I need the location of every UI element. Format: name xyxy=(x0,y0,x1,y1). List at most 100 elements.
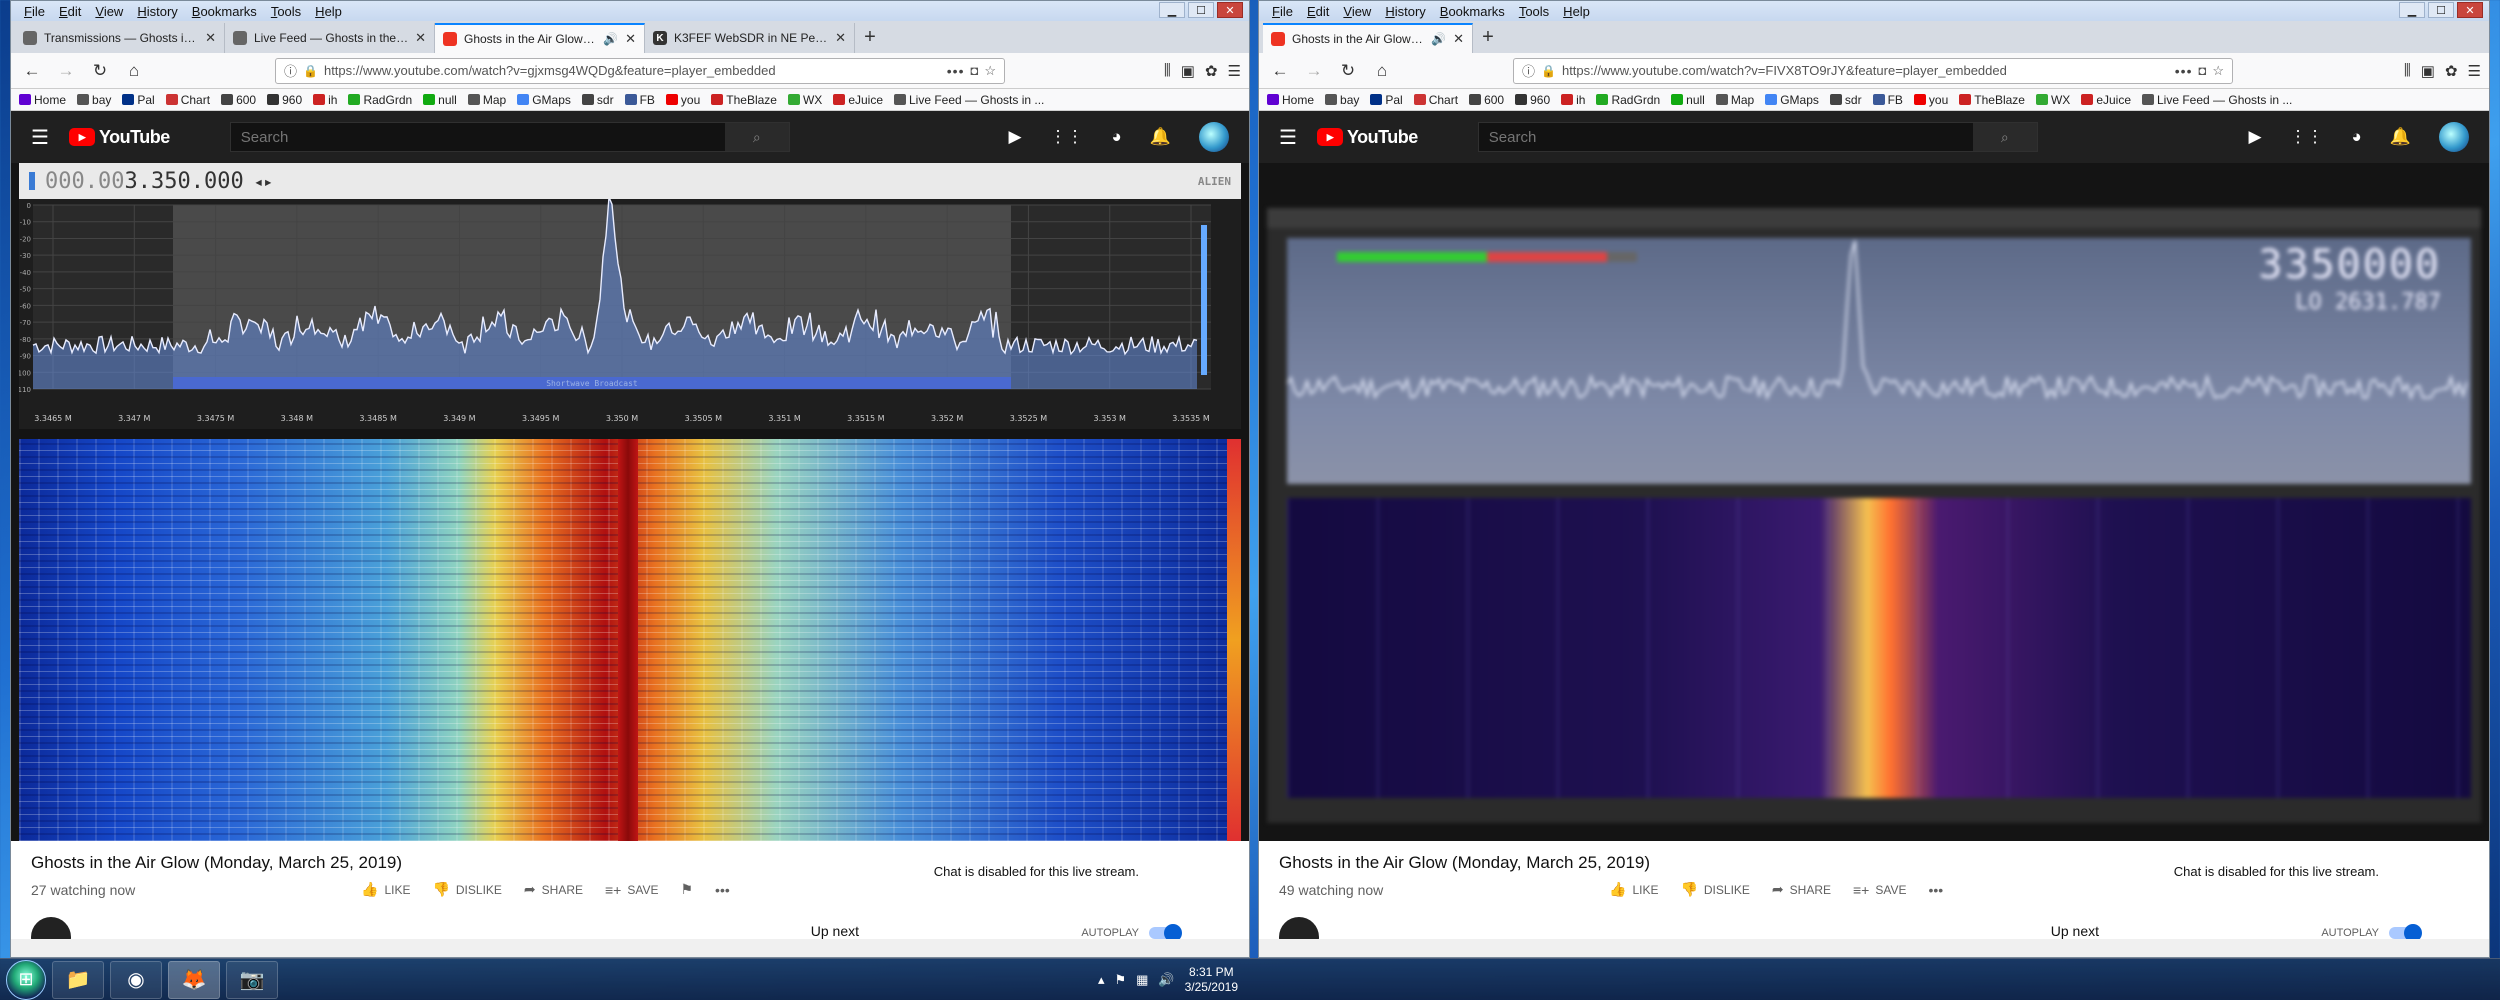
messages-icon[interactable]: ◕ xyxy=(2352,127,2362,147)
create-video-icon[interactable]: ▶︎ xyxy=(2248,127,2261,147)
show-hidden-icons-icon[interactable]: ▴ xyxy=(1098,972,1105,988)
close-tab-icon[interactable]: ✕ xyxy=(205,30,216,46)
menu-bookmarks[interactable]: Bookmarks xyxy=(1433,4,1512,19)
minimize-button[interactable]: ▁ xyxy=(2399,2,2425,18)
close-tab-icon[interactable]: ✕ xyxy=(625,31,636,47)
info-icon[interactable]: ⓘ xyxy=(1522,61,1535,80)
bookmark-you[interactable]: you xyxy=(665,93,700,107)
report-button[interactable]: ⚑ xyxy=(680,881,693,898)
url-text[interactable]: https://www.youtube.com/watch?v=FIVX8TO9… xyxy=(1562,63,2169,78)
bookmark-960[interactable]: 960 xyxy=(267,93,302,107)
camera-app-icon[interactable]: 📷 xyxy=(226,960,278,999)
dislike-button[interactable]: 👎 DISLIKE xyxy=(432,881,501,898)
bookmark-null[interactable]: null xyxy=(1671,93,1705,107)
notifications-bell-icon[interactable]: 🔔 xyxy=(1150,127,1171,147)
youtube-logo[interactable]: ▶ YouTube xyxy=(1316,127,1418,148)
bookmark-home[interactable]: Home xyxy=(1267,93,1314,107)
messages-icon[interactable]: ◕ xyxy=(1112,127,1122,147)
menu-history[interactable]: History xyxy=(130,4,184,19)
info-icon[interactable]: ⓘ xyxy=(284,61,297,80)
forward-icon[interactable]: → xyxy=(53,61,79,81)
bookmark-gmaps[interactable]: GMaps xyxy=(517,93,571,107)
menu-tools[interactable]: Tools xyxy=(1512,4,1556,19)
pocket-icon[interactable]: ◘ xyxy=(970,63,978,78)
tab-live-feed[interactable]: Live Feed — Ghosts in the Air G ✕ xyxy=(225,23,435,53)
menu-view[interactable]: View xyxy=(88,4,130,19)
speaker-icon[interactable]: 🔊 xyxy=(603,32,618,46)
menu-file[interactable]: File xyxy=(1265,4,1300,19)
search-icon[interactable]: ⌕ xyxy=(1972,123,2037,151)
search-box[interactable]: ⌕ xyxy=(229,122,790,152)
bookmark-map[interactable]: Map xyxy=(1715,93,1754,107)
bookmark-ih[interactable]: ih xyxy=(313,93,337,107)
library-icon[interactable]: ⫼ xyxy=(2404,62,2411,80)
bookmark-wx[interactable]: WX xyxy=(787,93,822,107)
bookmark-ih[interactable]: ih xyxy=(1561,93,1585,107)
save-button[interactable]: ≡+ SAVE xyxy=(1853,882,1906,898)
bookmark-wx[interactable]: WX xyxy=(2035,93,2070,107)
bookmark-pal[interactable]: Pal xyxy=(122,93,155,107)
guide-menu-icon[interactable]: ☰ xyxy=(1279,125,1297,150)
more-actions-button[interactable]: ••• xyxy=(1928,882,1943,898)
apps-grid-icon[interactable]: ⋮⋮ xyxy=(2290,127,2324,147)
bookmark-chart[interactable]: Chart xyxy=(165,93,210,107)
bookmark-live-feed-ghosts-in[interactable]: Live Feed — Ghosts in ... xyxy=(894,93,1044,107)
bookmark-chart[interactable]: Chart xyxy=(1413,93,1458,107)
home-icon[interactable]: ⌂ xyxy=(1369,61,1395,81)
bookmark-radgrdn[interactable]: RadGrdn xyxy=(1596,93,1660,107)
youtube-logo[interactable]: ▶ YouTube xyxy=(68,127,170,148)
chrome-icon[interactable]: ◉ xyxy=(110,960,162,999)
bookmark-radgrdn[interactable]: RadGrdn xyxy=(348,93,412,107)
toggle-switch[interactable] xyxy=(2389,924,2422,939)
bookmark-sdr[interactable]: sdr xyxy=(1829,93,1862,107)
url-text[interactable]: https://www.youtube.com/watch?v=gjxmsg4W… xyxy=(324,63,941,78)
avatar[interactable] xyxy=(1199,122,1229,152)
menu-help[interactable]: Help xyxy=(1556,4,1597,19)
bookmark-live-feed-ghosts-in[interactable]: Live Feed — Ghosts in ... xyxy=(2142,93,2292,107)
page-actions-icon[interactable]: ••• xyxy=(2175,63,2193,79)
create-video-icon[interactable]: ▶︎ xyxy=(1008,127,1021,147)
search-input[interactable] xyxy=(230,128,725,146)
menu-file[interactable]: File xyxy=(17,4,52,19)
hamburger-menu-icon[interactable]: ☰ xyxy=(2468,62,2481,80)
bookmark-theblaze[interactable]: TheBlaze xyxy=(1959,93,2025,107)
library-icon[interactable]: ⫼ xyxy=(1164,62,1171,80)
video-player[interactable]: 3350000 LO 2631.787 xyxy=(1259,163,2489,841)
save-button[interactable]: ≡+ SAVE xyxy=(605,882,658,898)
share-button[interactable]: ➦ SHARE xyxy=(1772,881,1831,898)
firefox-icon[interactable]: 🦊 xyxy=(168,960,220,999)
menu-help[interactable]: Help xyxy=(308,4,349,19)
hamburger-menu-icon[interactable]: ☰ xyxy=(1228,62,1241,80)
pocket-icon[interactable]: ◘ xyxy=(2198,63,2206,78)
bookmark-sdr[interactable]: sdr xyxy=(581,93,614,107)
back-icon[interactable]: ← xyxy=(1267,61,1293,81)
network-icon[interactable]: ▦ xyxy=(1136,972,1148,988)
close-tab-icon[interactable]: ✕ xyxy=(835,30,846,46)
tab-youtube-ghosts[interactable]: Ghosts in the Air Glow (Mo 🔊 ✕ xyxy=(435,23,645,53)
bookmark-ejuice[interactable]: eJuice xyxy=(833,93,883,107)
like-button[interactable]: 👍 LIKE xyxy=(1609,881,1658,898)
toggle-switch[interactable] xyxy=(1149,924,1182,939)
bookmark-theblaze[interactable]: TheBlaze xyxy=(711,93,777,107)
close-window-button[interactable]: ✕ xyxy=(2457,2,2483,18)
menu-tools[interactable]: Tools xyxy=(264,4,308,19)
action-center-flag-icon[interactable]: ⚑ xyxy=(1114,972,1126,988)
menu-view[interactable]: View xyxy=(1336,4,1378,19)
dislike-button[interactable]: 👎 DISLIKE xyxy=(1680,881,1749,898)
menu-bookmarks[interactable]: Bookmarks xyxy=(185,4,264,19)
notifications-bell-icon[interactable]: 🔔 xyxy=(2390,127,2411,147)
tab-transmissions[interactable]: Transmissions — Ghosts in the ✕ xyxy=(15,23,225,53)
search-icon[interactable]: ⌕ xyxy=(724,123,789,151)
bookmark-fb[interactable]: FB xyxy=(1872,93,1903,107)
search-input[interactable] xyxy=(1478,128,1973,146)
bookmark-960[interactable]: 960 xyxy=(1515,93,1550,107)
bookmark-star-icon[interactable]: ☆ xyxy=(984,63,996,79)
like-button[interactable]: 👍 LIKE xyxy=(361,881,410,898)
file-explorer-icon[interactable]: 📁 xyxy=(52,960,104,999)
close-tab-icon[interactable]: ✕ xyxy=(1453,31,1464,47)
start-button[interactable]: ⊞ xyxy=(6,959,46,1000)
bookmark-gmaps[interactable]: GMaps xyxy=(1765,93,1819,107)
channel-avatar[interactable] xyxy=(1279,917,1319,939)
home-icon[interactable]: ⌂ xyxy=(121,61,147,81)
more-actions-button[interactable]: ••• xyxy=(715,882,730,898)
